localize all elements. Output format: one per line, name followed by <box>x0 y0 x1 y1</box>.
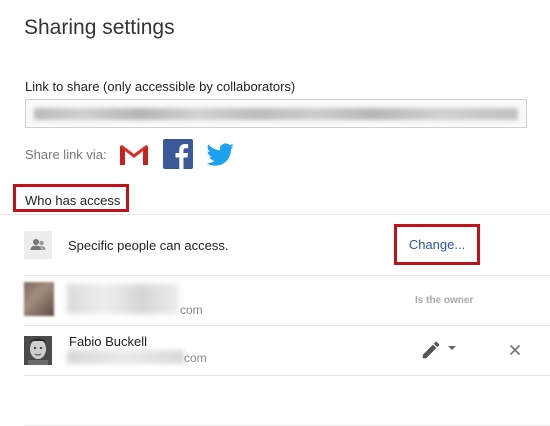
blurred-link-text <box>34 108 518 120</box>
collaborator-avatar <box>24 336 52 365</box>
owner-name-blurred <box>67 284 179 314</box>
owner-avatar <box>24 282 54 316</box>
collaborator-email-blurred <box>67 350 184 364</box>
divider <box>0 214 550 215</box>
gmail-icon[interactable] <box>118 138 150 170</box>
close-icon[interactable] <box>509 344 521 356</box>
chevron-down-icon[interactable] <box>447 344 457 352</box>
divider <box>24 275 550 276</box>
owner-email-suffix: com <box>180 303 203 317</box>
link-label: Link to share (only accessible by collab… <box>25 79 296 94</box>
people-icon <box>24 231 52 259</box>
who-has-access-heading: Who has access <box>25 193 121 208</box>
person-silhouette-icon <box>30 239 46 250</box>
twitter-icon[interactable] <box>204 138 236 170</box>
collaborator-email-suffix: com <box>184 351 207 365</box>
portrait-image <box>24 336 52 365</box>
divider <box>24 375 550 376</box>
collaborator-name: Fabio Buckell <box>69 334 148 349</box>
pencil-icon[interactable] <box>420 339 442 361</box>
facebook-icon[interactable] <box>162 138 194 170</box>
change-access-link[interactable]: Change... <box>397 237 477 252</box>
share-via-label: Share link via: <box>25 147 107 162</box>
dialog-title: Sharing settings <box>24 16 175 39</box>
share-link-field[interactable] <box>25 99 527 128</box>
access-summary-text: Specific people can access. <box>68 238 229 253</box>
owner-role-label: Is the owner <box>415 295 474 306</box>
divider <box>24 325 550 326</box>
